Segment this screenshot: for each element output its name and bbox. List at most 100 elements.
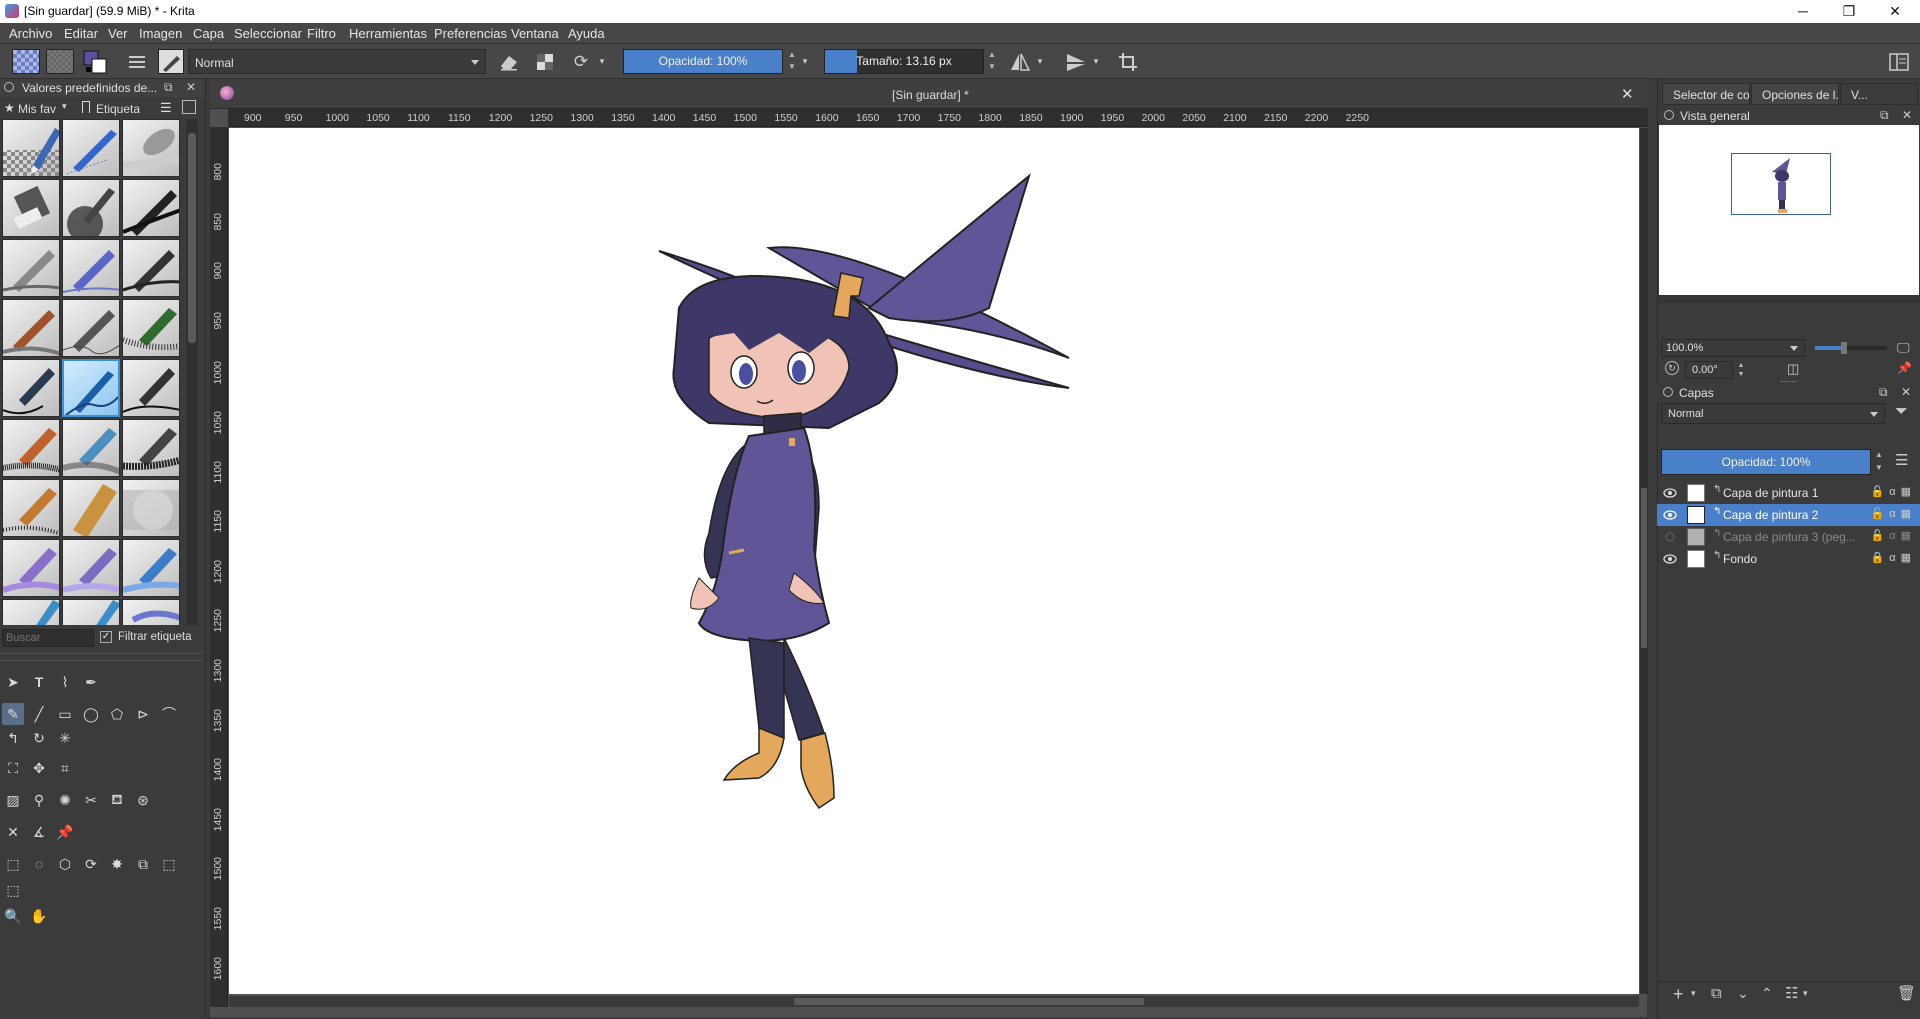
menu-ver[interactable]: Ver: [108, 26, 128, 41]
bristle-brush-preset[interactable]: [2, 419, 60, 477]
wet-brush-preset[interactable]: [62, 419, 120, 477]
layer-property-icons[interactable]: 🔓α▦: [1871, 507, 1916, 520]
fan-brush-preset[interactable]: [2, 479, 60, 537]
drawing-canvas[interactable]: [229, 128, 1639, 994]
docker-splitter[interactable]: [0, 653, 202, 661]
freehand-path-tool-icon[interactable]: ↰: [2, 727, 24, 749]
eraser-mode-icon[interactable]: [496, 49, 522, 74]
pencil-dotted-preset[interactable]: [62, 119, 120, 177]
zoom-slider[interactable]: [1815, 342, 1887, 354]
rotate-icon[interactable]: ↻: [1665, 361, 1679, 375]
filter-icon[interactable]: ⏷: [1895, 403, 1908, 421]
transform-tool-icon[interactable]: ⛶: [2, 757, 24, 779]
minimize-button[interactable]: ─: [1780, 0, 1826, 23]
pin-icon[interactable]: 📌: [1897, 361, 1912, 375]
menu-editar[interactable]: Editar: [64, 26, 98, 41]
mirror-horizontal-icon[interactable]: [1007, 49, 1033, 74]
crop-tool-icon[interactable]: ⌗: [54, 757, 76, 779]
fineliner-preset[interactable]: [2, 359, 60, 417]
freehand-selection-tool-icon[interactable]: ⟳: [80, 853, 102, 875]
overview-viewport-rect[interactable]: [1731, 153, 1831, 215]
visibility-eye-icon[interactable]: [1663, 508, 1677, 522]
calligraphy-pen-preset[interactable]: [122, 359, 180, 417]
magnetic-selection-tool-icon[interactable]: ⬚: [2, 879, 24, 901]
watercolor-violet-preset[interactable]: [62, 539, 120, 597]
color-picker-tool-icon[interactable]: ⚲: [28, 789, 50, 811]
zoom-tool-icon[interactable]: 🔍: [2, 905, 24, 927]
mirror-v-dropdown-icon[interactable]: ▾: [1089, 49, 1103, 74]
tab-tool-options[interactable]: Opciones de l...: [1751, 83, 1839, 105]
mirror-h-dropdown-icon[interactable]: ▾: [1033, 49, 1047, 74]
preserve-alpha-icon[interactable]: [532, 49, 558, 74]
dynamic-brush-tool-icon[interactable]: ↻: [28, 727, 50, 749]
gradient-pattern-button[interactable]: [12, 49, 40, 74]
bezier-tool-icon[interactable]: ⌒: [158, 703, 180, 725]
menu-ayuda[interactable]: Ayuda: [568, 26, 605, 41]
brush-preset-partial-1[interactable]: [2, 599, 60, 625]
tag-label[interactable]: Etiqueta: [96, 102, 140, 116]
rotation-field[interactable]: 0.00°: [1685, 361, 1733, 379]
menu-archivo[interactable]: Archivo: [9, 26, 52, 41]
reload-preset-icon[interactable]: ⟳: [568, 49, 594, 74]
opacity-slider[interactable]: Opacidad: 100%: [623, 49, 783, 74]
move-layer-up-icon[interactable]: ⌃: [1761, 985, 1773, 1002]
watercolor-blue-preset[interactable]: [122, 539, 180, 597]
fill-tool-icon[interactable]: ⛾: [106, 789, 128, 811]
marker-preset[interactable]: [122, 179, 180, 237]
layer-opacity-spin-down[interactable]: ▼: [1873, 462, 1885, 474]
select-shapes-tool-icon[interactable]: ➤: [2, 671, 24, 693]
menu-filtro[interactable]: Filtro: [307, 26, 336, 41]
airbrush-preset[interactable]: [122, 479, 180, 537]
lock-layers-icon[interactable]: [1663, 387, 1673, 397]
elliptical-selection-tool-icon[interactable]: ◌: [28, 853, 50, 875]
calligraphy-tool-icon[interactable]: ✒: [80, 671, 102, 693]
texture-brush-preset[interactable]: [122, 299, 180, 357]
lock-overview-icon[interactable]: [1664, 110, 1674, 120]
layer-properties-icon[interactable]: ☷: [1785, 984, 1798, 1002]
float-layers-icon[interactable]: ⧉: [1879, 385, 1888, 400]
layer-properties-dropdown-icon[interactable]: ▾: [1803, 988, 1808, 999]
move-layer-down-icon[interactable]: ⌄: [1737, 985, 1749, 1002]
similar-color-selection-tool-icon[interactable]: ⧉: [132, 853, 154, 875]
rotation-spin-down[interactable]: ▼: [1735, 370, 1747, 379]
rotation-spin-up[interactable]: ▲: [1735, 361, 1747, 370]
reload-dropdown-icon[interactable]: ▾: [596, 49, 608, 74]
eraser-soft-preset[interactable]: [2, 179, 60, 237]
layer-row-hidden[interactable]: ↰ Capa de pintura 3 (peg... 🔓α▦: [1657, 526, 1920, 548]
pencil-dark-preset[interactable]: [122, 239, 180, 297]
pattern-button[interactable]: [46, 49, 74, 74]
layer-row-background[interactable]: ↰ Fondo 🔒α▦: [1657, 548, 1920, 570]
polygonal-selection-tool-icon[interactable]: ⬡: [54, 853, 76, 875]
bezier-selection-tool-icon[interactable]: ⬚: [158, 853, 180, 875]
menu-preferencias[interactable]: Preferencias: [434, 26, 507, 41]
layer-menu-icon[interactable]: ☰: [1895, 451, 1908, 469]
polyline-tool-icon[interactable]: ⊳: [132, 703, 154, 725]
close-docker-icon[interactable]: ✕: [186, 80, 196, 94]
enclose-fill-tool-icon[interactable]: ⊛: [132, 789, 154, 811]
tab-overview[interactable]: V...: [1840, 83, 1918, 105]
brush-search-input[interactable]: [2, 629, 94, 647]
tag-dropdown-icon[interactable]: ▾: [62, 101, 67, 112]
visibility-off-icon[interactable]: [1663, 530, 1677, 544]
layer-opacity-slider[interactable]: Opacidad: 100%: [1661, 449, 1871, 475]
visibility-eye-icon[interactable]: [1663, 552, 1677, 566]
ink-pen-preset[interactable]: [62, 179, 120, 237]
opacity-dropdown-icon[interactable]: ▾: [798, 49, 812, 74]
zoom-select[interactable]: 100.0%: [1661, 339, 1805, 357]
current-brush-icon[interactable]: [158, 49, 184, 74]
pencil-blue-preset[interactable]: [62, 239, 120, 297]
color-swatch-icon[interactable]: [82, 49, 108, 74]
rectangular-selection-tool-icon[interactable]: ⬚: [2, 853, 24, 875]
menu-capa[interactable]: Capa: [193, 26, 224, 41]
close-layers-icon[interactable]: ✕: [1901, 385, 1911, 399]
menu-ventana[interactable]: Ventana: [511, 26, 559, 41]
layer-opacity-spin-up[interactable]: ▲: [1873, 449, 1885, 461]
canvas-horizontal-scrollbar[interactable]: [229, 996, 1639, 1007]
add-layer-icon[interactable]: +: [1673, 984, 1684, 1005]
paint-brush-preset[interactable]: [2, 299, 60, 357]
size-slider[interactable]: Tamaño: 13.16 px: [824, 49, 984, 74]
freehand-brush-tool-icon[interactable]: ✎: [2, 703, 24, 725]
brush-grid-scrollbar[interactable]: [186, 119, 198, 625]
splitter-handle[interactable]: [1781, 381, 1797, 383]
layer-property-icons[interactable]: 🔓α▦: [1871, 529, 1916, 542]
